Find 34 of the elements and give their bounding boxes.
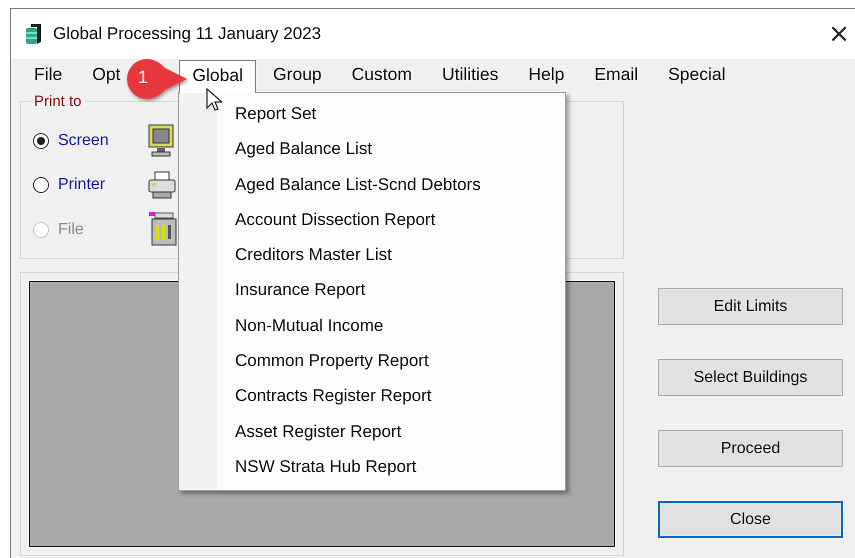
window-title: Global Processing 11 January 2023 <box>53 24 322 44</box>
menu-entry[interactable]: Aged Balance List <box>217 131 481 167</box>
menu-entry[interactable]: Non-Mutual Income <box>217 308 481 344</box>
menu-entry[interactable]: NSW Strata Hub Report <box>217 448 481 484</box>
radio-button[interactable] <box>33 133 49 149</box>
radio-button[interactable] <box>33 177 49 193</box>
radio-label: File <box>58 221 85 239</box>
radio-label: Printer <box>58 176 106 194</box>
menu-entry[interactable]: Common Property Report <box>217 343 481 378</box>
menu-entry[interactable]: Insurance Report <box>217 272 481 308</box>
menu-entry[interactable]: Aged Balance List-Scnd Debtors <box>217 166 481 202</box>
close-button[interactable]: × <box>822 16 855 52</box>
menu-entry[interactable]: Contracts Register Report <box>217 378 481 414</box>
callout-number: 1 <box>138 67 148 88</box>
menu-item[interactable]: Opt <box>91 59 122 93</box>
menu-entry[interactable]: Creditors Master List <box>217 237 481 272</box>
menu-item[interactable]: Utilities <box>440 59 500 93</box>
menu-item[interactable]: Global <box>179 60 256 93</box>
radio-label: Screen <box>58 132 110 150</box>
printer-icon <box>148 170 176 200</box>
menu-item[interactable]: Email <box>593 59 640 93</box>
menu-item[interactable]: Group <box>272 59 323 93</box>
menu-item[interactable]: Special <box>667 59 727 93</box>
menu-entry[interactable]: Account Dissection Report <box>217 202 481 238</box>
action-button[interactable]: Edit Limits <box>658 288 843 325</box>
action-button[interactable]: Proceed <box>658 430 843 467</box>
menu-item[interactable]: Help <box>527 59 566 93</box>
menu-entry[interactable]: Asset Register Report <box>217 414 481 449</box>
monitor-icon <box>148 124 174 158</box>
app-logo-icon <box>25 23 43 45</box>
menu-item[interactable]: Custom <box>350 59 413 93</box>
menu-item[interactable]: File <box>33 59 64 93</box>
action-button[interactable]: Select Buildings <box>658 359 843 396</box>
action-button[interactable]: Close <box>658 501 843 538</box>
